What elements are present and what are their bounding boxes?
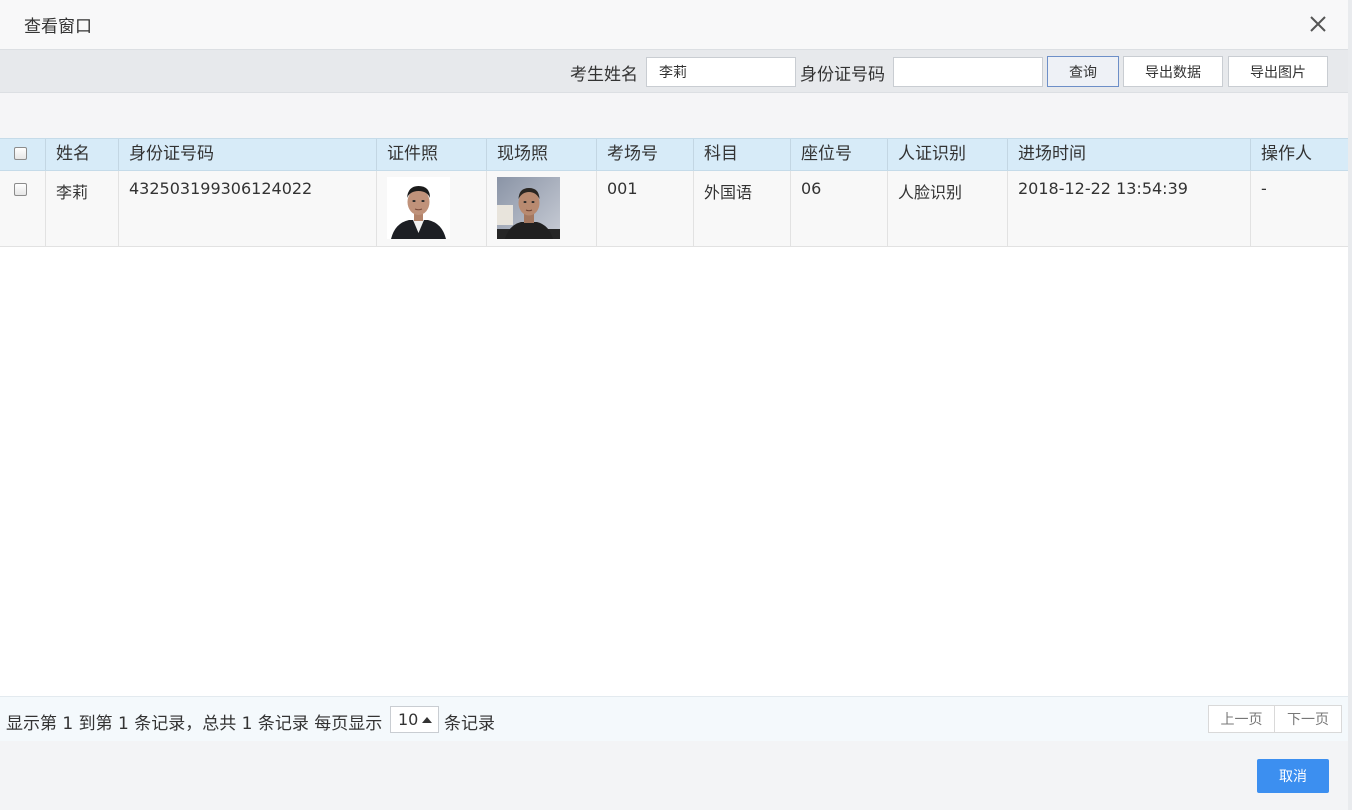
table-row[interactable]: 李莉 432503199306124022 001 外国语 06 人脸识别 20… [0,171,1348,247]
header-subject[interactable]: 科目 [693,139,790,170]
header-exam-room[interactable]: 考场号 [596,139,693,170]
cell-exam-room: 001 [596,171,693,246]
export-image-button[interactable]: 导出图片 [1228,56,1328,87]
prev-page-button[interactable]: 上一页 [1208,705,1275,733]
page-size-value: 10 [398,710,419,729]
cell-verification: 人脸识别 [887,171,1007,246]
view-window: 查看窗口 考生姓名 身份证号码 查询 导出数据 导出图片 姓名 身份证号码 证件… [0,0,1348,810]
window-edge [1348,0,1352,810]
export-data-button[interactable]: 导出数据 [1123,56,1223,87]
cell-operator: - [1250,171,1348,246]
pagination-suffix: 条记录 [444,714,495,734]
cell-seat: 06 [790,171,887,246]
header-id-number[interactable]: 身份证号码 [118,139,376,170]
live-photo-image[interactable] [497,177,560,239]
row-select-cell [0,171,45,246]
toolbar-spacer [0,93,1348,138]
cell-entry-time: 2018-12-22 13:54:39 [1007,171,1250,246]
id-input[interactable] [893,57,1043,87]
caret-up-icon [422,717,432,723]
row-checkbox[interactable] [14,183,27,196]
header-entry-time[interactable]: 进场时间 [1007,139,1250,170]
header-verification[interactable]: 人证识别 [887,139,1007,170]
select-all-checkbox[interactable] [14,147,27,160]
query-button[interactable]: 查询 [1047,56,1119,87]
header-live-photo[interactable]: 现场照 [486,139,596,170]
name-input[interactable] [646,57,796,87]
header-operator[interactable]: 操作人 [1250,139,1348,170]
header-id-photo[interactable]: 证件照 [376,139,486,170]
page-size-select[interactable]: 10 [390,706,439,733]
id-label: 身份证号码 [800,65,885,85]
header-seat[interactable]: 座位号 [790,139,887,170]
header-name[interactable]: 姓名 [45,139,118,170]
title-bar: 查看窗口 [0,0,1348,49]
dialog-footer [0,741,1348,810]
cell-id-photo [376,171,486,246]
window-title: 查看窗口 [24,17,92,37]
next-page-button[interactable]: 下一页 [1274,705,1342,733]
cell-live-photo [486,171,596,246]
cancel-button[interactable]: 取消 [1257,759,1329,793]
pagination-bar: 显示第 1 到第 1 条记录，总共 1 条记录 每页显示 10 条记录 上一页 … [0,696,1348,741]
id-photo-image[interactable] [387,177,450,239]
search-toolbar: 考生姓名 身份证号码 查询 导出数据 导出图片 [0,49,1348,93]
pagination-summary: 显示第 1 到第 1 条记录，总共 1 条记录 每页显示 [6,714,383,734]
close-icon[interactable] [1306,12,1330,36]
select-all-cell [0,139,45,170]
name-label: 考生姓名 [570,65,638,85]
cell-subject: 外国语 [693,171,790,246]
cell-name: 李莉 [45,171,118,246]
cell-id-number: 432503199306124022 [118,171,376,246]
table-header: 姓名 身份证号码 证件照 现场照 考场号 科目 座位号 人证识别 进场时间 操作… [0,138,1348,171]
